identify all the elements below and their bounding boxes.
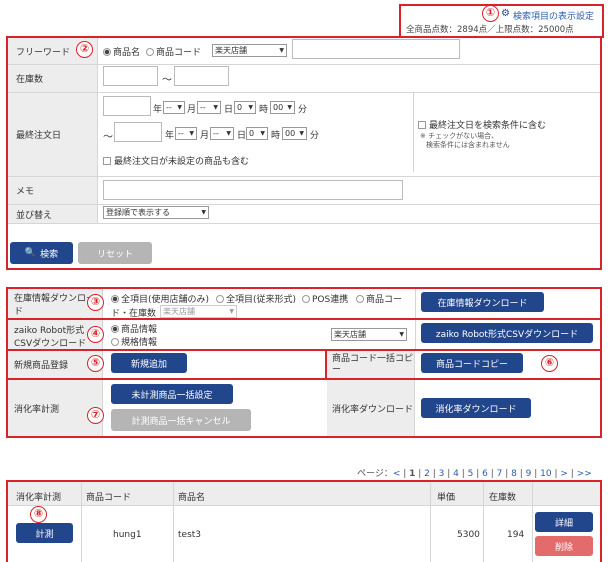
minute-unit: 分 — [298, 105, 308, 115]
product-count: 全商品点数：2894点／上限点数：25000点 — [406, 25, 574, 35]
pager-prefix: ページ： — [357, 469, 393, 479]
marker-5: ⑤ — [87, 355, 104, 372]
search-icon: 🔍 — [24, 248, 37, 258]
search-settings-link[interactable]: 検索項目の表示設定 — [513, 9, 594, 22]
copy-label-cell: 商品コード一括コピー — [327, 351, 415, 378]
memo-label: メモ — [16, 187, 35, 197]
radio-product-name[interactable]: 商品名 — [103, 45, 140, 58]
order-to-minute-select[interactable]: 00 — [282, 127, 307, 140]
row-price: 5300 — [457, 530, 480, 540]
month-unit: 月 — [187, 105, 197, 115]
consume-dl-label: 消化率ダウンロード — [332, 404, 414, 415]
opt-spec-info[interactable]: 規格情報 — [111, 335, 157, 348]
header-price: 単価 — [437, 493, 456, 503]
condition-note-2: 検索条件には含まれません — [426, 141, 510, 149]
consumption-label-cell: 消化率計測 — [8, 380, 103, 436]
order-tilde: 〜 — [103, 132, 113, 143]
consume-cancel-button[interactable]: 計測商品一括キャンセル — [111, 409, 251, 431]
header-measure: 消化率計測 — [16, 493, 62, 503]
order-from-month-select[interactable]: -- — [163, 101, 185, 114]
stock-max-input[interactable] — [174, 66, 229, 86]
consume-dl-button[interactable]: 消化率ダウンロード — [421, 398, 531, 418]
order-from-hour-select[interactable]: 0 — [234, 101, 256, 114]
search-panel: フリーワード 在庫数 最終注文日 メモ 並び替え — [6, 36, 602, 270]
last-order-label: 最終注文日 — [16, 131, 62, 141]
month-unit: 月 — [200, 131, 210, 141]
consume-dl-label-cell: 消化率ダウンロード — [327, 380, 415, 436]
opt-code-stock[interactable]: 商品コー — [356, 292, 402, 305]
marker-6: ⑥ — [541, 355, 558, 372]
header-code: 商品コード — [86, 493, 132, 503]
stock-tilde: 〜 — [162, 75, 172, 86]
radio-product-code[interactable]: 商品コード — [146, 45, 201, 58]
opt-all-legacy[interactable]: 全項目(従来形式) — [216, 292, 296, 305]
opt-pos[interactable]: POS連携 — [302, 292, 348, 305]
new-label: 新規商品登録 — [14, 361, 69, 371]
pager-next[interactable]: > — [560, 469, 568, 479]
pager-last[interactable]: >> — [577, 469, 592, 479]
day-unit: 日 — [224, 105, 234, 115]
opt-product-info[interactable]: 商品情報 — [111, 322, 157, 335]
order-from-day-select[interactable]: -- — [197, 101, 221, 114]
stock-label: 在庫数 — [16, 75, 44, 85]
order-to-year-input[interactable] — [114, 122, 162, 142]
stock-dl-store-select[interactable]: 楽天店舗 — [160, 305, 237, 318]
pager-page-10[interactable]: 10 — [540, 469, 551, 479]
stock-download-button[interactable]: 在庫情報ダウンロード — [421, 292, 544, 312]
memo-label-cell: メモ — [8, 177, 98, 204]
marker-8: ⑧ — [30, 506, 47, 523]
consume-set-button[interactable]: 未計測商品一括設定 — [111, 384, 233, 404]
consumption-label: 消化率計測 — [14, 404, 60, 415]
stock-min-input[interactable] — [103, 66, 158, 86]
header-stock: 在庫数 — [489, 493, 517, 503]
hour-unit: 時 — [271, 131, 281, 141]
opt-all-store[interactable]: 全項目(使用店舗のみ) — [111, 292, 209, 305]
include-unset-checkbox[interactable]: 最終注文日が未設定の商品も含む — [103, 154, 249, 167]
order-to-month-select[interactable]: -- — [175, 127, 197, 140]
pager: ページ：< | 1 | 2 | 3 | 4 | 5 | 6 | 7 | 8 | … — [357, 469, 592, 479]
marker-3: ③ — [87, 294, 104, 311]
copy-label: 商品コード一括コピー — [332, 353, 414, 375]
hour-unit: 時 — [259, 105, 269, 115]
row-code: hung1 — [113, 530, 142, 540]
freeword-input[interactable] — [292, 39, 460, 59]
new-product-button[interactable]: 新規追加 — [111, 353, 187, 373]
freeword-store-select[interactable]: 楽天店舗 — [212, 44, 287, 57]
delete-button[interactable]: 削除 — [535, 536, 593, 556]
marker-7: ⑦ — [87, 407, 104, 424]
measure-button[interactable]: 計測 — [16, 523, 73, 543]
zaiko-csv-button[interactable]: zaiko Robot形式CSVダウンロード — [421, 323, 593, 343]
sort-select[interactable]: 登録順で表示する — [103, 206, 209, 219]
marker-1: ① — [482, 5, 499, 22]
year-unit: 年 — [165, 131, 175, 141]
gear-icon[interactable]: ⚙ — [501, 8, 510, 19]
order-to-day-select[interactable]: -- — [210, 127, 234, 140]
header-name: 商品名 — [178, 493, 206, 503]
search-button[interactable]: 🔍 検索 — [10, 242, 73, 264]
order-from-year-input[interactable] — [103, 96, 151, 116]
include-in-condition-checkbox[interactable]: 最終注文日を検索条件に含む — [418, 118, 546, 131]
minute-unit: 分 — [310, 131, 320, 141]
marker-4: ④ — [87, 326, 104, 343]
sort-label: 並び替え — [16, 210, 53, 221]
detail-button[interactable]: 詳細 — [535, 512, 593, 532]
last-order-label-cell: 最終注文日 — [8, 93, 98, 176]
sort-label-cell: 並び替え — [8, 205, 98, 223]
marker-2: ② — [76, 41, 93, 58]
freeword-label: フリーワード — [16, 47, 71, 58]
row-name: test3 — [178, 530, 202, 540]
year-unit: 年 — [153, 105, 163, 115]
zaiko-store-select[interactable]: 楽天店舗 — [331, 328, 407, 341]
code-copy-button[interactable]: 商品コードコピー — [421, 353, 523, 373]
day-unit: 日 — [237, 131, 247, 141]
order-to-hour-select[interactable]: 0 — [246, 127, 268, 140]
row-stock: 194 — [507, 530, 525, 540]
order-from-minute-select[interactable]: 00 — [270, 101, 295, 114]
stock-label-cell: 在庫数 — [8, 65, 98, 92]
reset-button[interactable]: リセット — [78, 242, 152, 264]
memo-input[interactable] — [103, 180, 403, 200]
